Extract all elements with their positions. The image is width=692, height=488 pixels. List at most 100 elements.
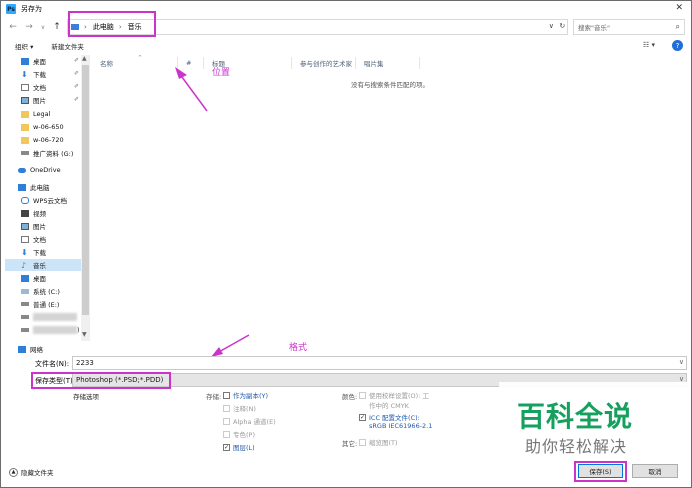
- sidebar-item-label: 文档: [33, 236, 46, 244]
- view-options-icon[interactable]: ☷ ▾: [643, 41, 655, 49]
- checkbox-label: 专色(P): [233, 431, 255, 439]
- blurred-label: [33, 313, 77, 321]
- sidebar-item-w-06-720[interactable]: w-06-720: [21, 134, 64, 146]
- checkbox-label: ICC 配置文件(C):: [369, 414, 420, 422]
- sidebar-item-videos[interactable]: 视频: [21, 207, 46, 219]
- column-label: 名称: [100, 60, 113, 68]
- sidebar-item-pictures[interactable]: 图片: [21, 94, 46, 106]
- sidebar-item-desktop-pc[interactable]: 桌面: [21, 272, 46, 284]
- forward-arrow-icon[interactable]: →: [23, 21, 35, 33]
- sidebar-item-label: 桌面: [33, 275, 46, 283]
- layers-checkbox[interactable]: ✓ 图层(L): [223, 442, 255, 452]
- recent-locations-icon[interactable]: ∨: [37, 21, 49, 33]
- checkbox-box: [359, 438, 366, 446]
- sidebar-item-w-06-650[interactable]: w-06-650: [21, 121, 64, 133]
- watermark-title: 百科全说: [517, 400, 634, 433]
- sidebar-item-label: Legal: [33, 110, 51, 118]
- pin-icon[interactable]: ✐: [74, 96, 79, 103]
- back-arrow-icon[interactable]: ←: [7, 21, 19, 33]
- pin-icon[interactable]: ✐: [74, 83, 79, 90]
- drive-icon: [21, 328, 29, 332]
- notes-checkbox[interactable]: 注释(N): [223, 403, 256, 413]
- sidebar-item-label: 下载: [33, 71, 46, 79]
- sidebar-item-promo-drive[interactable]: 推广资料 (G:): [21, 147, 73, 159]
- column-label: 唱片集: [364, 60, 384, 68]
- save-options-title: 存储选项: [73, 393, 99, 401]
- scroll-down-icon[interactable]: ▼: [82, 331, 87, 338]
- filename-field[interactable]: 2233 ∨: [72, 356, 687, 370]
- sidebar-item-network-visible[interactable]: 网络: [18, 343, 43, 355]
- pin-icon[interactable]: ✐: [74, 57, 79, 64]
- up-arrow-icon[interactable]: ↑: [51, 21, 63, 33]
- sidebar-item-blurred-drive[interactable]: [21, 311, 77, 323]
- sidebar-item-downloads[interactable]: ⬇ 下载: [21, 68, 46, 80]
- use-proof-checkbox[interactable]: 使用校样设置(O): 工: [359, 390, 429, 400]
- sidebar-item-label: 音乐: [33, 262, 46, 270]
- sidebar-item-music[interactable]: ♪ 音乐: [5, 259, 81, 271]
- sidebar-item-wps-cloud[interactable]: WPS云文档: [21, 194, 67, 206]
- refresh-icon[interactable]: ↻: [559, 22, 565, 30]
- folder-icon: [21, 123, 29, 131]
- address-highlight-box: [68, 11, 156, 37]
- picture-icon: [21, 222, 29, 230]
- as-copy-checkbox[interactable]: 作为副本(Y): [223, 390, 268, 400]
- sidebar-item-pictures-pc[interactable]: 图片: [21, 220, 46, 232]
- sidebar-item-desktop[interactable]: 桌面: [21, 55, 46, 67]
- annotation-position: 位置: [212, 68, 231, 78]
- checkbox-label: 缩览图(T): [369, 439, 398, 447]
- spot-checkbox[interactable]: 专色(P): [223, 429, 255, 439]
- thumbnail-checkbox[interactable]: 缩览图(T): [359, 437, 398, 447]
- drive-icon: [21, 302, 29, 306]
- column-name[interactable]: 名称 ^: [92, 55, 178, 69]
- sidebar-item-drive-e[interactable]: 普通 (E:): [21, 298, 59, 310]
- sidebar-item-label: 桌面: [33, 58, 46, 66]
- sort-arrow-icon: ^: [138, 55, 143, 61]
- organize-button[interactable]: 组织 ▾: [15, 41, 33, 51]
- sidebar-item-this-pc[interactable]: 此电脑: [18, 181, 50, 193]
- checkbox-label: 使用校样设置(O): 工: [369, 392, 429, 400]
- sidebar-item-label: 网络: [30, 346, 43, 354]
- scrollbar-thumb[interactable]: [82, 65, 89, 315]
- search-icon[interactable]: ⌕: [676, 22, 680, 32]
- other-label: 其它:: [342, 440, 358, 448]
- music-icon: ♪: [21, 260, 27, 270]
- sidebar-item-onedrive[interactable]: OneDrive: [18, 164, 61, 176]
- download-icon: ⬇: [21, 69, 28, 79]
- sidebar-item-downloads-pc[interactable]: ⬇ 下载: [21, 246, 46, 258]
- hide-folders-toggle[interactable]: ▲ 隐藏文件夹: [9, 467, 54, 477]
- chevron-down-icon[interactable]: ∨: [679, 358, 684, 366]
- sidebar-item-blurred-drive-2[interactable]: ): [21, 324, 80, 336]
- checkbox-box: [223, 417, 230, 425]
- desktop-icon: [21, 57, 29, 65]
- scroll-up-icon[interactable]: ▲: [82, 55, 87, 62]
- checkbox-label: 作为副本(Y): [233, 392, 269, 400]
- sidebar-scrollbar[interactable]: ▲ ▼: [81, 55, 90, 341]
- chevron-down-icon[interactable]: ∨: [549, 22, 554, 30]
- column-artist[interactable]: 参与创作的艺术家: [292, 57, 356, 69]
- sidebar-item-legal[interactable]: Legal: [21, 108, 50, 120]
- watermark-subtitle: 助你轻松解决: [525, 437, 628, 456]
- pin-icon[interactable]: ✐: [74, 70, 79, 77]
- sidebar-item-system-c[interactable]: 系统 (C:): [21, 285, 60, 297]
- checkbox-box: [223, 430, 230, 438]
- address-actions: ∨ ↻: [546, 19, 568, 33]
- icc-profile-checkbox[interactable]: ✓ ICC 配置文件(C):: [359, 412, 420, 422]
- close-icon[interactable]: ✕: [675, 3, 683, 13]
- photoshop-icon: Ps: [6, 4, 16, 14]
- column-album[interactable]: 唱片集: [356, 57, 420, 69]
- new-folder-button[interactable]: 新建文件夹: [51, 41, 84, 51]
- search-input[interactable]: 搜索"音乐" ⌕: [573, 19, 685, 35]
- help-icon[interactable]: ?: [672, 40, 683, 51]
- wps-cloud-icon: [21, 196, 29, 204]
- checkbox-box: [359, 391, 366, 399]
- system-drive-icon: [21, 288, 29, 294]
- checkbox-box: ✓: [223, 443, 230, 451]
- alpha-checkbox[interactable]: Alpha 通道(E): [223, 416, 276, 426]
- save-highlight-box: [574, 461, 627, 482]
- sidebar-item-label: 文档: [33, 84, 46, 92]
- sidebar-item-documents[interactable]: 文档: [21, 81, 46, 93]
- sidebar-item-documents-pc[interactable]: 文档: [21, 233, 46, 245]
- cancel-button[interactable]: 取消: [632, 464, 678, 478]
- blurred-label: [33, 326, 77, 334]
- sidebar-item-label: ): [77, 326, 80, 334]
